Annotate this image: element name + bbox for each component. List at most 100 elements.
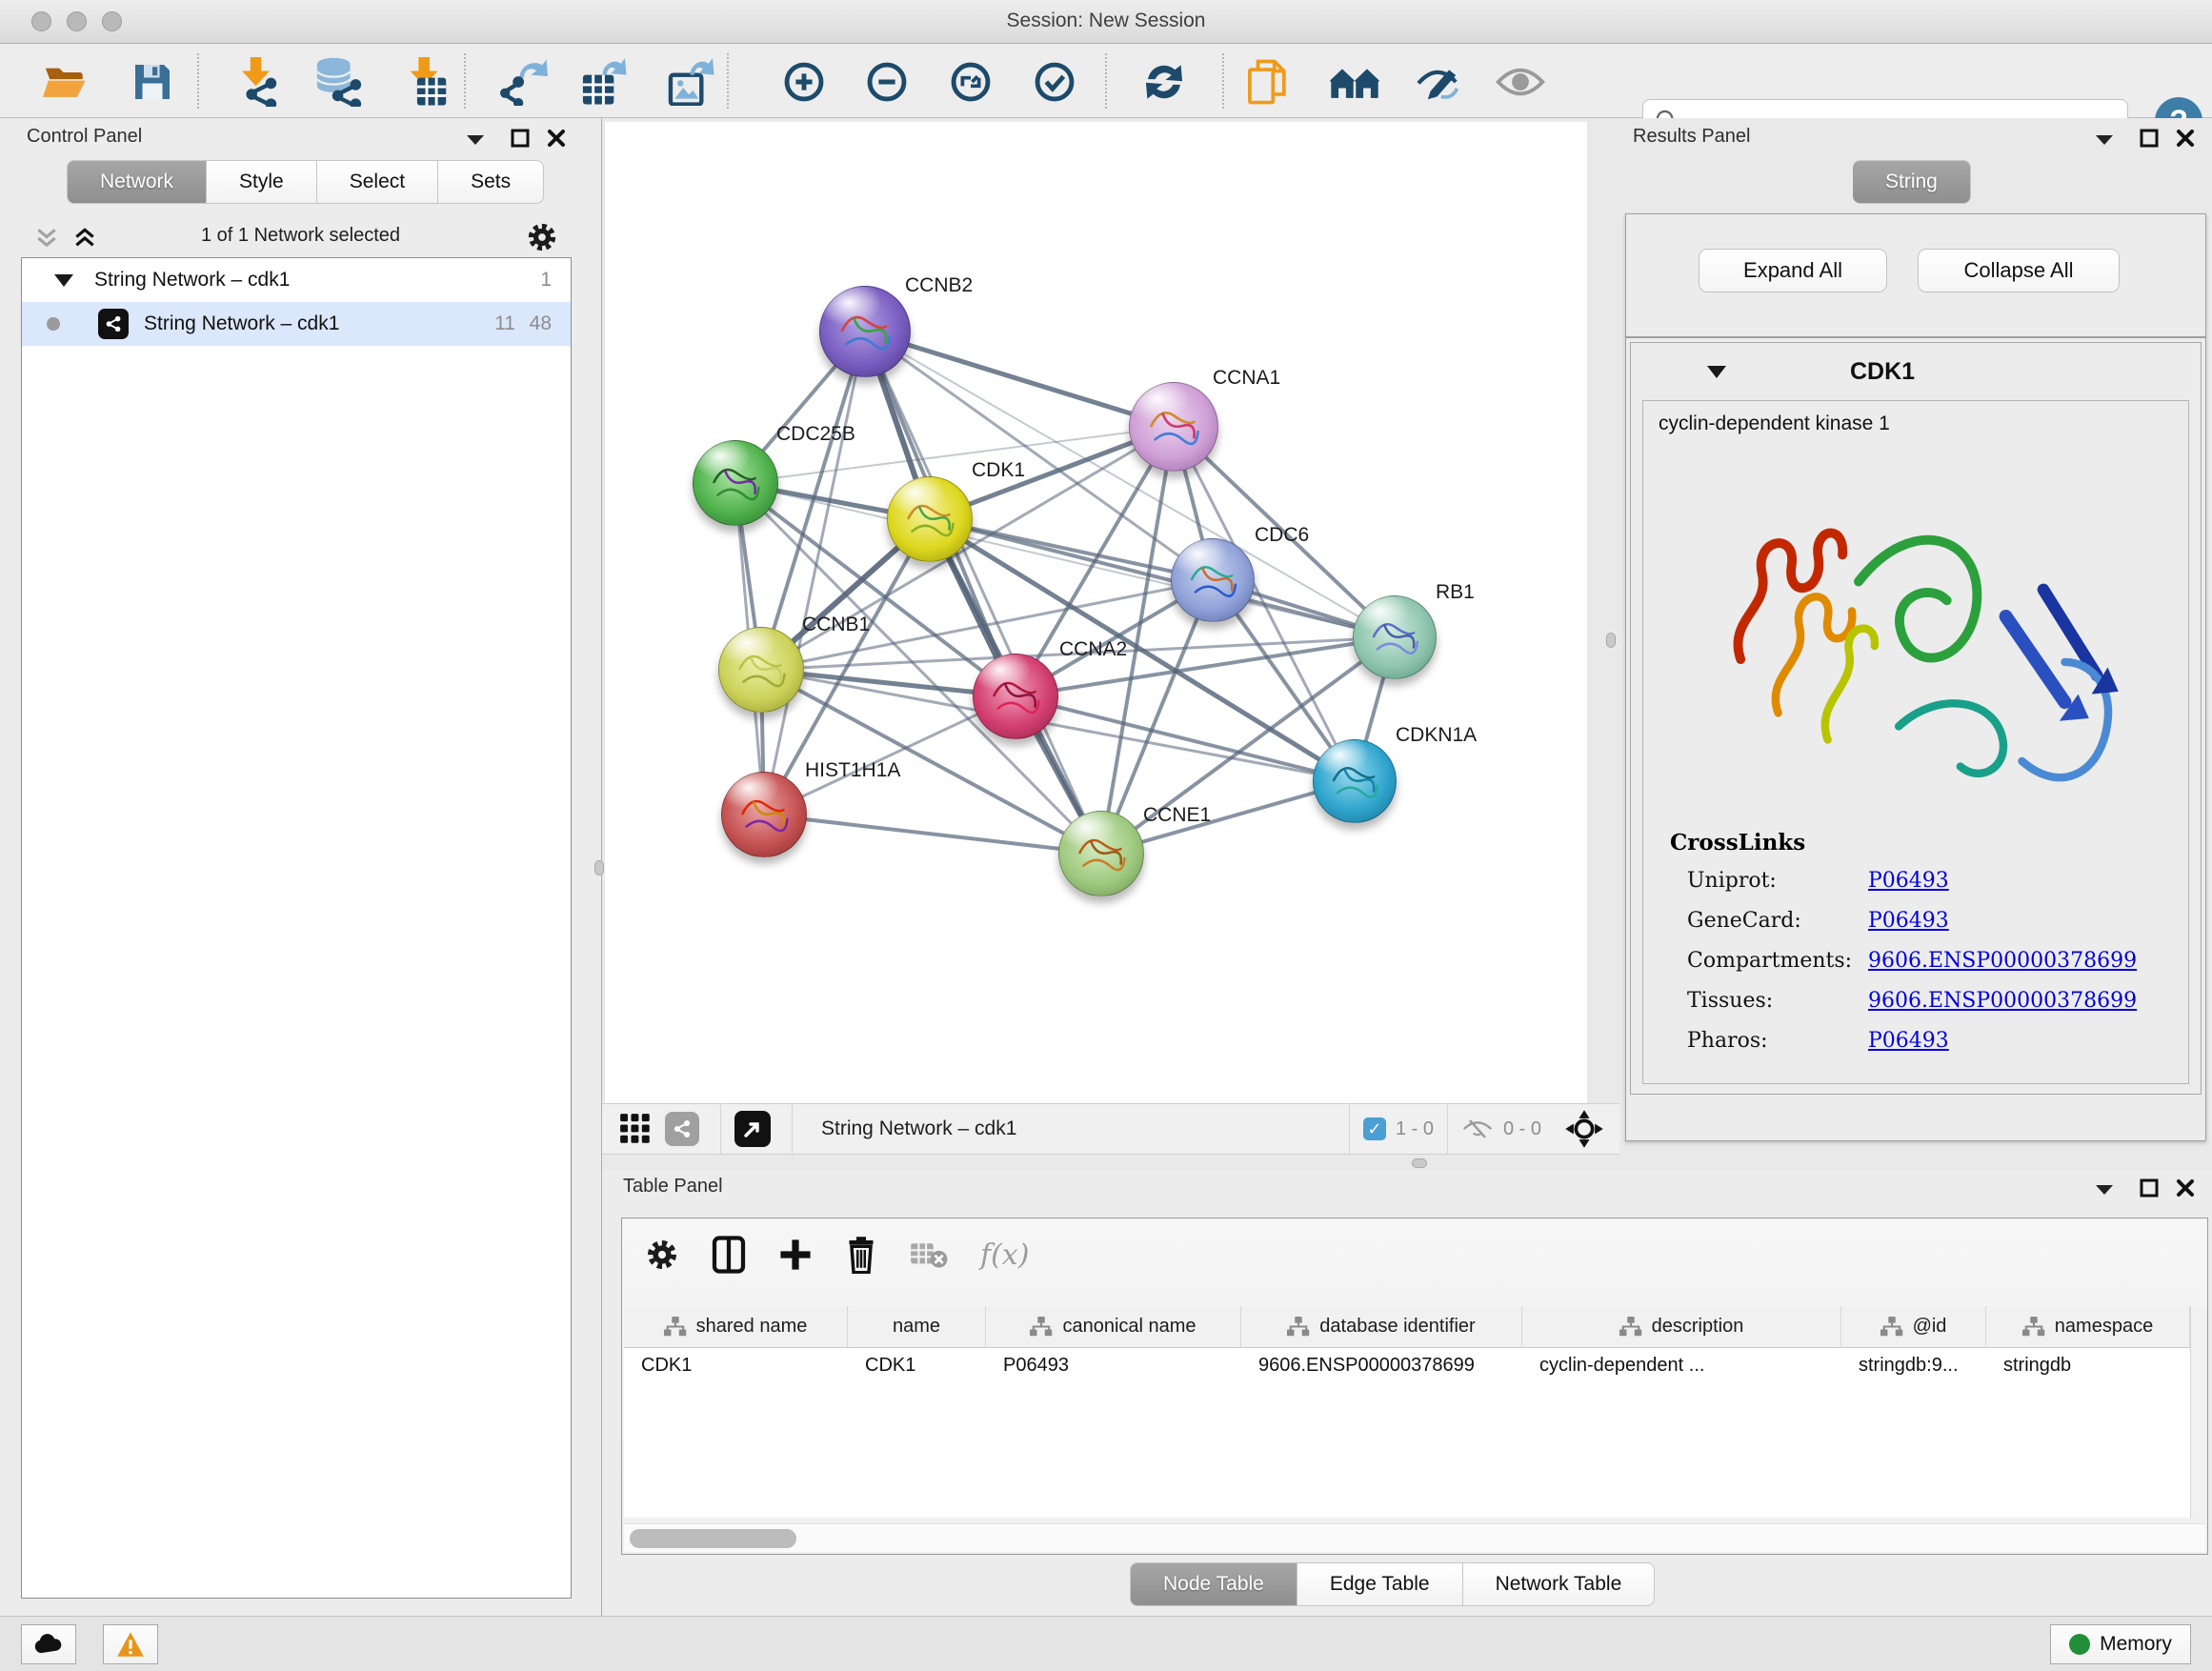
table-cell[interactable]: cyclin-dependent ... bbox=[1522, 1348, 1841, 1386]
expand-all-button[interactable]: Expand All bbox=[1699, 249, 1887, 292]
splitter-grip-right[interactable] bbox=[1606, 633, 1616, 648]
network-canvas[interactable]: CCNB2CCNA1CDC25BCDK1CDC6RB1CCNB1CCNA2CDK… bbox=[605, 122, 1587, 1103]
edge-CCNB2-HIST1H1A[interactable] bbox=[764, 332, 865, 815]
node-HIST1H1A[interactable] bbox=[721, 772, 807, 857]
table-cell[interactable]: P06493 bbox=[986, 1348, 1241, 1386]
show-columns-icon[interactable] bbox=[712, 1236, 746, 1274]
node-CDC6[interactable] bbox=[1171, 538, 1255, 622]
eye-icon[interactable] bbox=[1496, 57, 1545, 107]
panel-float-icon[interactable] bbox=[2140, 1178, 2159, 1198]
crosslink-link[interactable]: P06493 bbox=[1868, 909, 1949, 933]
birdseye-view-icon[interactable] bbox=[734, 1111, 771, 1147]
panel-close-icon[interactable] bbox=[2176, 1178, 2195, 1198]
table-cell[interactable]: CDK1 bbox=[848, 1348, 986, 1386]
column-header-database-identifier[interactable]: database identifier bbox=[1241, 1306, 1522, 1347]
panel-float-icon[interactable] bbox=[511, 129, 530, 148]
delete-column-icon[interactable] bbox=[845, 1236, 877, 1274]
open-folder-icon[interactable] bbox=[40, 57, 90, 107]
table-horizontal-scrollbar[interactable] bbox=[624, 1523, 2205, 1552]
table-cell[interactable]: stringdb bbox=[1986, 1348, 2190, 1386]
tab-string[interactable]: String bbox=[1853, 160, 1971, 204]
column-header-namespace[interactable]: namespace bbox=[1986, 1306, 2190, 1347]
gear-icon[interactable] bbox=[526, 221, 558, 253]
network-collection-row[interactable]: String Network – cdk1 1 bbox=[22, 258, 571, 302]
tree-expand-icon[interactable] bbox=[54, 274, 73, 287]
import-table-icon[interactable] bbox=[402, 57, 452, 107]
column-header-shared-name[interactable]: shared name bbox=[624, 1306, 848, 1347]
node-CCNB2[interactable] bbox=[819, 286, 911, 377]
export-table-icon[interactable] bbox=[579, 57, 629, 107]
import-network-database-icon[interactable] bbox=[314, 57, 364, 107]
import-network-icon[interactable] bbox=[232, 57, 282, 107]
add-column-icon[interactable] bbox=[778, 1238, 813, 1272]
entry-collapse-icon[interactable] bbox=[1707, 366, 1726, 378]
duplicate-pages-icon[interactable] bbox=[1244, 57, 1294, 107]
node-CDK1[interactable] bbox=[887, 476, 973, 562]
warning-button[interactable] bbox=[103, 1624, 158, 1664]
zoom-selected-icon[interactable] bbox=[1030, 57, 1079, 107]
delete-table-icon[interactable] bbox=[910, 1239, 948, 1270]
node-RB1[interactable] bbox=[1353, 595, 1437, 679]
table-cell[interactable]: stringdb:9... bbox=[1841, 1348, 1986, 1386]
edge-HIST1H1A-CCNE1[interactable] bbox=[764, 815, 1101, 854]
refresh-icon[interactable] bbox=[1139, 57, 1189, 107]
export-image-icon[interactable] bbox=[667, 57, 716, 107]
zoom-in-icon[interactable] bbox=[779, 57, 829, 107]
selected-checkbox-icon[interactable]: ✓ bbox=[1363, 1117, 1386, 1140]
panel-menu-icon[interactable] bbox=[2094, 1183, 2115, 1197]
table-vertical-scrollbar[interactable] bbox=[2190, 1306, 2207, 1518]
panel-menu-icon[interactable] bbox=[465, 133, 486, 147]
zoom-fit-icon[interactable] bbox=[946, 57, 995, 107]
node-CCNA1[interactable] bbox=[1129, 382, 1218, 472]
tab-edge-table[interactable]: Edge Table bbox=[1297, 1562, 1463, 1606]
network-style-icon[interactable] bbox=[665, 1112, 699, 1146]
gear-icon[interactable] bbox=[645, 1238, 679, 1272]
tab-node-table[interactable]: Node Table bbox=[1130, 1562, 1297, 1606]
tab-select[interactable]: Select bbox=[317, 160, 438, 204]
export-network-icon[interactable] bbox=[499, 57, 549, 107]
node-CCNB1[interactable] bbox=[718, 627, 804, 713]
scrollbar-thumb[interactable] bbox=[630, 1529, 796, 1548]
collapse-all-button[interactable]: Collapse All bbox=[1918, 249, 2120, 292]
table-cell[interactable]: 9606.ENSP00000378699 bbox=[1241, 1348, 1522, 1386]
eye-pen-icon[interactable] bbox=[1414, 57, 1463, 107]
column-header-description[interactable]: description bbox=[1522, 1306, 1841, 1347]
column-header-name[interactable]: name bbox=[848, 1306, 986, 1347]
tab-network[interactable]: Network bbox=[67, 160, 207, 204]
edge-CCNB2-CCNA1[interactable] bbox=[865, 332, 1174, 427]
crosslink-link[interactable]: 9606.ENSP00000378699 bbox=[1868, 949, 2137, 973]
node-CCNA2[interactable] bbox=[973, 654, 1058, 739]
table-cell[interactable]: CDK1 bbox=[624, 1348, 848, 1386]
table-row[interactable]: CDK1CDK1P064939606.ENSP00000378699cyclin… bbox=[624, 1348, 2190, 1386]
save-icon[interactable] bbox=[128, 57, 177, 107]
crosslink-link[interactable]: P06493 bbox=[1868, 1029, 1949, 1053]
tab-style[interactable]: Style bbox=[207, 160, 317, 204]
node-CCNE1[interactable] bbox=[1058, 811, 1144, 896]
panel-menu-icon[interactable] bbox=[2094, 133, 2115, 147]
splitter-grip-bottom[interactable] bbox=[1412, 1158, 1427, 1168]
panel-float-icon[interactable] bbox=[2140, 129, 2159, 148]
zoom-out-icon[interactable] bbox=[862, 57, 912, 107]
crosslink-link[interactable]: 9606.ENSP00000378699 bbox=[1868, 989, 2137, 1013]
function-builder-icon[interactable]: f(x) bbox=[980, 1238, 1029, 1272]
edge-CDK1-RB1[interactable] bbox=[930, 519, 1395, 637]
cloud-button[interactable] bbox=[21, 1624, 76, 1664]
fit-content-icon[interactable] bbox=[1564, 1109, 1604, 1149]
tab-sets[interactable]: Sets bbox=[438, 160, 544, 204]
node-CDC25B[interactable] bbox=[693, 440, 778, 526]
hidden-eye-icon[interactable] bbox=[1461, 1117, 1494, 1141]
crosslink-link[interactable]: P06493 bbox=[1868, 869, 1949, 893]
column-header--id[interactable]: @id bbox=[1841, 1306, 1986, 1347]
splitter-grip-left[interactable] bbox=[594, 860, 604, 876]
network-tree: String Network – cdk1 1 String Network –… bbox=[21, 257, 572, 1599]
panel-close-icon[interactable] bbox=[2176, 129, 2195, 148]
panel-close-icon[interactable] bbox=[547, 129, 566, 148]
grid-view-icon[interactable] bbox=[619, 1113, 652, 1145]
column-header-canonical-name[interactable]: canonical name bbox=[986, 1306, 1241, 1347]
tab-network-table[interactable]: Network Table bbox=[1463, 1562, 1656, 1606]
houses-icon[interactable] bbox=[1330, 57, 1379, 107]
network-row[interactable]: String Network – cdk1 11 48 bbox=[22, 302, 571, 346]
node-CDKN1A[interactable] bbox=[1313, 739, 1397, 823]
memory-button[interactable]: Memory bbox=[2050, 1624, 2191, 1664]
toolbar-separator bbox=[464, 53, 466, 109]
